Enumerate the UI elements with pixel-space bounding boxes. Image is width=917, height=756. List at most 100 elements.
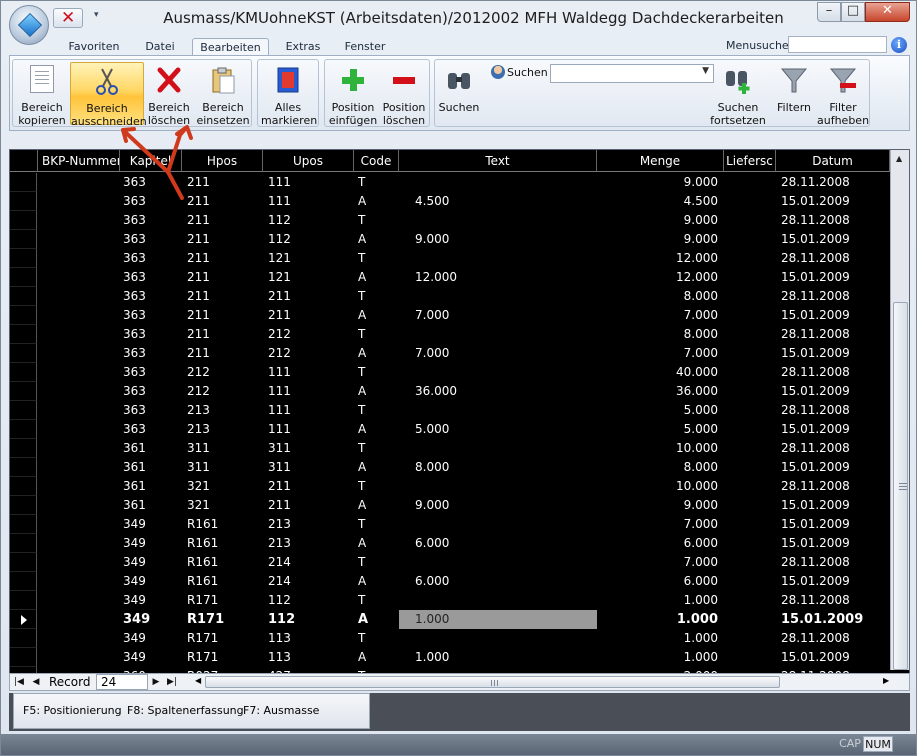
alles-markieren-button[interactable]: Alles markieren [261,62,317,127]
table-row[interactable]: 349 R161 213 T 7.000 15.01.2009 [10,515,890,534]
cell-hpos[interactable]: 211 [187,287,262,306]
cell-hpos[interactable]: 211 [187,268,262,287]
cell-datum[interactable]: 28.11.2008 [781,439,889,458]
row-selector[interactable] [10,572,37,591]
table-row[interactable]: 349 R171 112 T 1.000 28.11.2008 [10,591,890,610]
cell-text[interactable] [399,325,597,344]
cell-code[interactable]: T [358,173,398,192]
cell-text[interactable] [399,211,597,230]
menusuche-input[interactable] [788,36,887,53]
cell-code[interactable]: T [358,591,398,610]
cell-text[interactable]: 8.000 [399,458,597,477]
row-selector[interactable] [10,515,37,534]
table-row[interactable]: 363 211 211 T 8.000 28.11.2008 [10,287,890,306]
first-record-button[interactable]: |◀ [12,675,26,689]
row-selector[interactable] [10,325,37,344]
bereich-ausschneiden-button[interactable]: Bereich ausschneiden [70,62,147,128]
cell-code[interactable]: A [358,382,398,401]
cell-upos[interactable]: 111 [268,420,353,439]
cell-datum[interactable]: 15.01.2009 [781,534,889,553]
scroll-up-icon[interactable]: ▲ [896,154,902,163]
cell-datum[interactable]: 28.11.2008 [781,553,889,572]
cell-upos[interactable]: 311 [268,439,353,458]
cell-hpos[interactable]: 311 [187,458,262,477]
cell-menge[interactable]: 7.000 [597,553,718,572]
app-menu-button[interactable] [9,5,49,45]
cell-text[interactable]: 5.000 [399,420,597,439]
cell-code[interactable]: T [358,211,398,230]
row-selector[interactable] [10,192,37,211]
cell-kapitel[interactable]: 349 [123,591,181,610]
cell-code[interactable]: T [358,477,398,496]
cell-code[interactable]: T [358,515,398,534]
cell-kapitel[interactable]: 349 [123,629,181,648]
cell-text[interactable]: 7.000 [399,306,597,325]
cell-text[interactable]: 36.000 [399,382,597,401]
cell-upos[interactable]: 121 [268,268,353,287]
col-header-text[interactable]: Text [399,150,597,172]
cell-upos[interactable]: 121 [268,249,353,268]
cell-upos[interactable]: 211 [268,287,353,306]
cell-datum[interactable]: 28.11.2008 [781,249,889,268]
cell-text[interactable] [399,629,597,648]
cell-menge[interactable]: 8.000 [597,325,718,344]
cell-datum[interactable]: 28.11.2008 [781,211,889,230]
table-row[interactable]: 363 213 111 A 5.000 5.000 15.01.2009 [10,420,890,439]
cell-hpos[interactable]: 211 [187,173,262,192]
col-header-upos[interactable]: Upos [263,150,354,172]
table-row[interactable]: 349 R171 113 T 1.000 28.11.2008 [10,629,890,648]
row-selector[interactable] [10,496,37,515]
cell-code[interactable]: A [358,572,398,591]
table-row[interactable]: 363 211 212 T 8.000 28.11.2008 [10,325,890,344]
cell-code[interactable]: A [358,420,398,439]
cell-upos[interactable]: 213 [268,534,353,553]
cell-hpos[interactable]: 321 [187,496,262,515]
scroll-left-icon[interactable]: ◀ [195,676,201,685]
bereich-einsetzen-button[interactable]: Bereich einsetzen [195,62,251,127]
cell-text[interactable] [399,173,597,192]
tab-favoriten[interactable]: Favoriten [59,38,129,56]
cell-upos[interactable]: 112 [268,591,353,610]
cell-datum[interactable]: 28.11.2008 [781,629,889,648]
cell-hpos[interactable]: R171 [187,648,262,667]
row-selector[interactable] [10,173,37,192]
table-row[interactable]: 349 R161 213 A 6.000 6.000 15.01.2009 [10,534,890,553]
table-row[interactable]: 363 211 112 A 9.000 9.000 15.01.2009 [10,230,890,249]
cell-text[interactable] [399,249,597,268]
prev-record-button[interactable]: ◀ [29,675,43,689]
cell-code[interactable]: A [358,268,398,287]
col-header-menge[interactable]: Menge [597,150,724,172]
row-selector[interactable] [10,401,37,420]
tab-fenster[interactable]: Fenster [336,38,394,56]
cell-upos[interactable]: 111 [268,173,353,192]
cell-datum[interactable]: 28.11.2008 [781,363,889,382]
cell-hpos[interactable]: 211 [187,344,262,363]
cell-hpos[interactable]: 211 [187,211,262,230]
cell-hpos[interactable]: 211 [187,306,262,325]
cell-hpos[interactable]: 213 [187,420,262,439]
tab-extras[interactable]: Extras [277,38,329,56]
cell-code[interactable]: A [358,496,398,515]
col-header-code[interactable]: Code [354,150,399,172]
cell-datum[interactable]: 15.01.2009 [781,572,889,591]
cell-datum[interactable]: 15.01.2009 [781,496,889,515]
cell-kapitel[interactable]: 349 [123,515,181,534]
bereich-kopieren-button[interactable]: Bereich kopieren [16,62,68,127]
cell-hpos[interactable]: 212 [187,382,262,401]
record-number-input[interactable]: 24 [96,674,148,690]
cell-text[interactable]: 1.000 [399,648,597,667]
cell-datum[interactable]: 15.01.2009 [781,610,889,629]
cell-text[interactable] [399,401,597,420]
row-selector[interactable] [10,306,37,325]
table-row[interactable]: 363 211 121 A 12.000 12.000 15.01.2009 [10,268,890,287]
table-row[interactable]: 361 321 211 T 10.000 28.11.2008 [10,477,890,496]
cell-menge[interactable]: 12.000 [597,268,718,287]
cell-datum[interactable]: 15.01.2009 [781,458,889,477]
cell-kapitel[interactable]: 363 [123,249,181,268]
cell-kapitel[interactable]: 349 [123,572,181,591]
cell-text[interactable] [399,515,597,534]
cell-text[interactable] [399,439,597,458]
cell-kapitel[interactable]: 361 [123,496,181,515]
cell-hpos[interactable]: 211 [187,249,262,268]
row-selector[interactable] [10,458,37,477]
